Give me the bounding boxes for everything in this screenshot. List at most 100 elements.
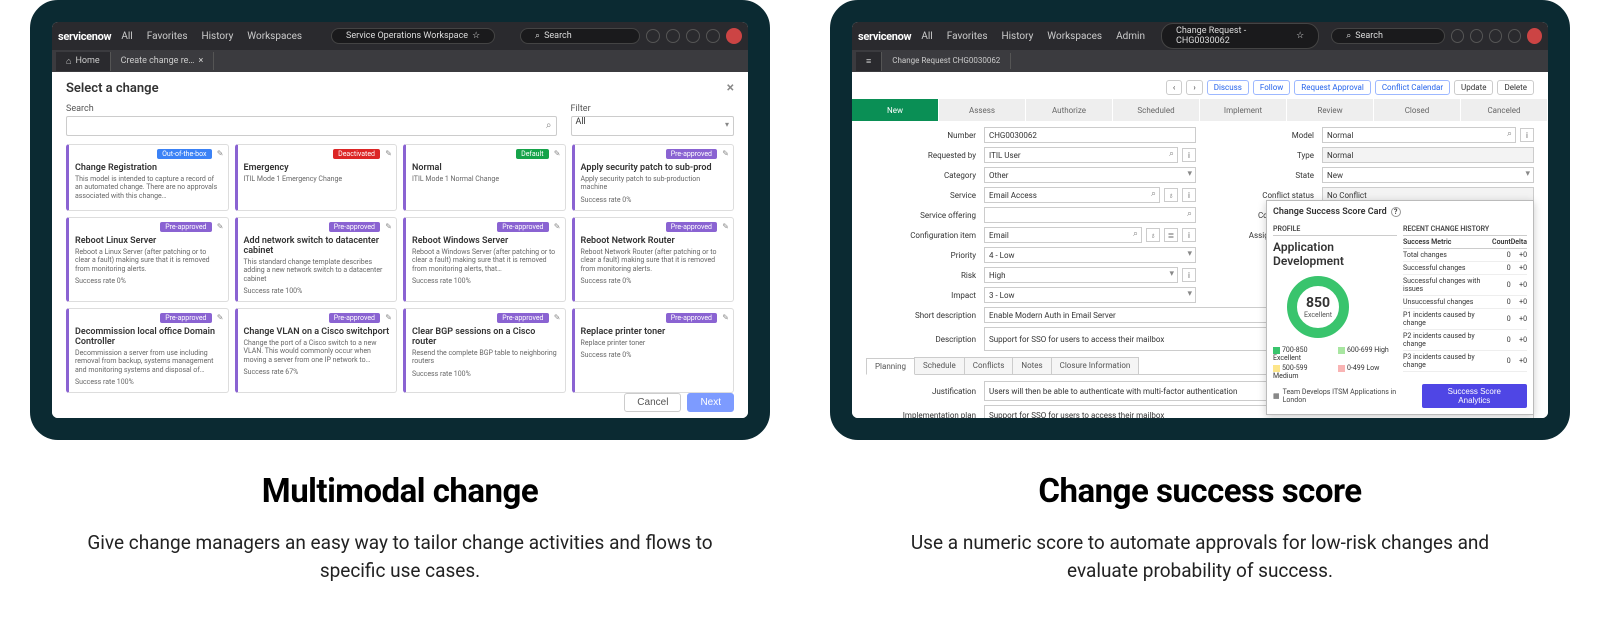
stage-scheduled[interactable]: Scheduled: [1113, 99, 1200, 121]
pencil-icon[interactable]: ✎: [217, 222, 224, 231]
workspace-title-pill[interactable]: Service Operations Workspace ☆: [331, 28, 495, 44]
change-card[interactable]: Pre-approved✎Add network switch to datac…: [235, 217, 398, 302]
nav-history[interactable]: History: [201, 31, 233, 42]
stage-assess[interactable]: Assess: [939, 99, 1026, 121]
change-card[interactable]: Pre-approved✎Reboot Windows ServerReboot…: [403, 217, 566, 302]
nav-all[interactable]: All: [921, 31, 932, 42]
cancel-button[interactable]: Cancel: [624, 393, 681, 412]
change-card[interactable]: Pre-approved✎Change VLAN on a Cisco swit…: [235, 308, 398, 393]
change-card[interactable]: Pre-approved✎Decommission local office D…: [66, 308, 229, 393]
nav-history[interactable]: History: [1001, 31, 1033, 42]
prev-record-button[interactable]: ‹: [1166, 80, 1182, 95]
nav-icon-1[interactable]: [1451, 29, 1464, 43]
tree-icon[interactable]: ♁: [1146, 228, 1160, 242]
pencil-icon[interactable]: ✎: [217, 149, 224, 158]
nav-all[interactable]: All: [121, 31, 132, 42]
filter-select[interactable]: All▾: [571, 116, 735, 136]
next-button[interactable]: Next: [687, 393, 734, 412]
subtab-notes[interactable]: Notes: [1012, 357, 1051, 374]
subtab-planning[interactable]: Planning: [866, 358, 915, 375]
change-card[interactable]: Default✎NormalITIL Mode 1 Normal Change: [403, 144, 566, 211]
tab-home[interactable]: ≡: [856, 52, 882, 71]
follow-button[interactable]: Follow: [1253, 80, 1290, 95]
discuss-button[interactable]: Discuss: [1207, 80, 1249, 95]
nav-workspaces[interactable]: Workspaces: [1047, 31, 1102, 42]
field-risk[interactable]: High▾: [984, 267, 1178, 283]
conflict-calendar-button[interactable]: Conflict Calendar: [1375, 80, 1450, 95]
change-card[interactable]: Pre-approved✎Clear BGP sessions on a Cis…: [403, 308, 566, 393]
nav-icon-2[interactable]: [1470, 29, 1483, 43]
field-requested-by[interactable]: ITIL User⌕: [984, 147, 1178, 163]
search-icon[interactable]: ⌕: [1507, 129, 1512, 139]
search-icon[interactable]: ⌕: [1133, 229, 1138, 239]
nav-favorites[interactable]: Favorites: [947, 31, 988, 42]
avatar[interactable]: [1527, 28, 1542, 44]
field-model[interactable]: Normal⌕: [1322, 127, 1516, 143]
global-search[interactable]: ⌕ Search: [1331, 28, 1444, 44]
stage-new[interactable]: New: [852, 99, 939, 121]
pencil-icon[interactable]: ✎: [554, 222, 561, 231]
search-icon[interactable]: ⌕: [1169, 149, 1174, 159]
search-icon[interactable]: ⌕: [1187, 209, 1192, 219]
nav-workspaces[interactable]: Workspaces: [247, 31, 302, 42]
success-score-analytics-button[interactable]: Success Score Analytics: [1422, 384, 1527, 408]
pencil-icon[interactable]: ✎: [385, 313, 392, 322]
pencil-icon[interactable]: ✎: [217, 313, 224, 322]
pencil-icon[interactable]: ✎: [385, 149, 392, 158]
search-icon[interactable]: ⌕: [1151, 189, 1156, 199]
nav-icon-3[interactable]: [1489, 29, 1502, 43]
next-record-button[interactable]: ›: [1186, 80, 1202, 95]
field-impact[interactable]: 3 - Low▾: [984, 287, 1196, 303]
list-icon[interactable]: ≣: [1164, 228, 1178, 242]
nav-icon-1[interactable]: [646, 29, 660, 43]
stage-closed[interactable]: Closed: [1374, 99, 1461, 121]
info-icon[interactable]: i: [1182, 148, 1196, 162]
tab-home[interactable]: ⌂ Home: [56, 52, 111, 71]
nav-icon-4[interactable]: [1508, 29, 1521, 43]
nav-icon-3[interactable]: [686, 29, 700, 43]
subtab-schedule[interactable]: Schedule: [914, 357, 965, 374]
subtab-conflicts[interactable]: Conflicts: [964, 357, 1014, 374]
field-config-item[interactable]: Email⌕: [984, 227, 1142, 243]
stage-authorize[interactable]: Authorize: [1026, 99, 1113, 121]
change-card[interactable]: Pre-approved✎Apply security patch to sub…: [572, 144, 735, 211]
info-icon[interactable]: i: [1520, 128, 1534, 142]
record-title-pill[interactable]: Change Request - CHG0030062 ☆: [1161, 23, 1319, 49]
field-state[interactable]: New▾: [1322, 167, 1534, 183]
stage-canceled[interactable]: Canceled: [1461, 99, 1548, 121]
change-card[interactable]: Pre-approved✎Replace printer tonerReplac…: [572, 308, 735, 393]
delete-button[interactable]: Delete: [1497, 80, 1534, 95]
info-icon[interactable]: i: [1182, 268, 1196, 282]
pencil-icon[interactable]: ✎: [385, 222, 392, 231]
field-category[interactable]: Other▾: [984, 167, 1196, 183]
search-input[interactable]: ⌕: [66, 116, 557, 136]
update-button[interactable]: Update: [1454, 80, 1493, 95]
change-card[interactable]: Pre-approved✎Reboot Network RouterReboot…: [572, 217, 735, 302]
stage-implement[interactable]: Implement: [1200, 99, 1287, 121]
nav-favorites[interactable]: Favorites: [147, 31, 188, 42]
avatar[interactable]: [726, 28, 742, 44]
request-approval-button[interactable]: Request Approval: [1294, 80, 1371, 95]
help-icon[interactable]: ?: [1391, 207, 1401, 217]
field-priority[interactable]: 4 - Low▾: [984, 247, 1196, 263]
field-service-offering[interactable]: ⌕: [984, 207, 1196, 223]
change-card[interactable]: Out-of-the-box✎Change RegistrationThis m…: [66, 144, 229, 211]
nav-icon-2[interactable]: [666, 29, 680, 43]
close-icon[interactable]: ×: [198, 56, 203, 66]
pencil-icon[interactable]: ✎: [722, 222, 729, 231]
nav-admin[interactable]: Admin: [1116, 31, 1145, 42]
global-search[interactable]: ⌕ Search: [520, 28, 640, 44]
info-icon[interactable]: i: [1182, 228, 1196, 242]
tree-icon[interactable]: ♁: [1164, 188, 1178, 202]
pencil-icon[interactable]: ✎: [722, 149, 729, 158]
pencil-icon[interactable]: ✎: [722, 313, 729, 322]
tab-create-change[interactable]: Create change re… ×: [111, 52, 215, 70]
pencil-icon[interactable]: ✎: [554, 313, 561, 322]
stage-review[interactable]: Review: [1287, 99, 1374, 121]
tab-change-request[interactable]: Change Request CHG0030062: [882, 53, 1011, 70]
nav-icon-4[interactable]: [706, 29, 720, 43]
field-service[interactable]: Email Access⌕: [984, 187, 1160, 203]
field-number[interactable]: CHG0030062: [984, 127, 1196, 143]
close-panel-icon[interactable]: ×: [727, 80, 734, 96]
change-card[interactable]: Deactivated✎EmergencyITIL Mode 1 Emergen…: [235, 144, 398, 211]
